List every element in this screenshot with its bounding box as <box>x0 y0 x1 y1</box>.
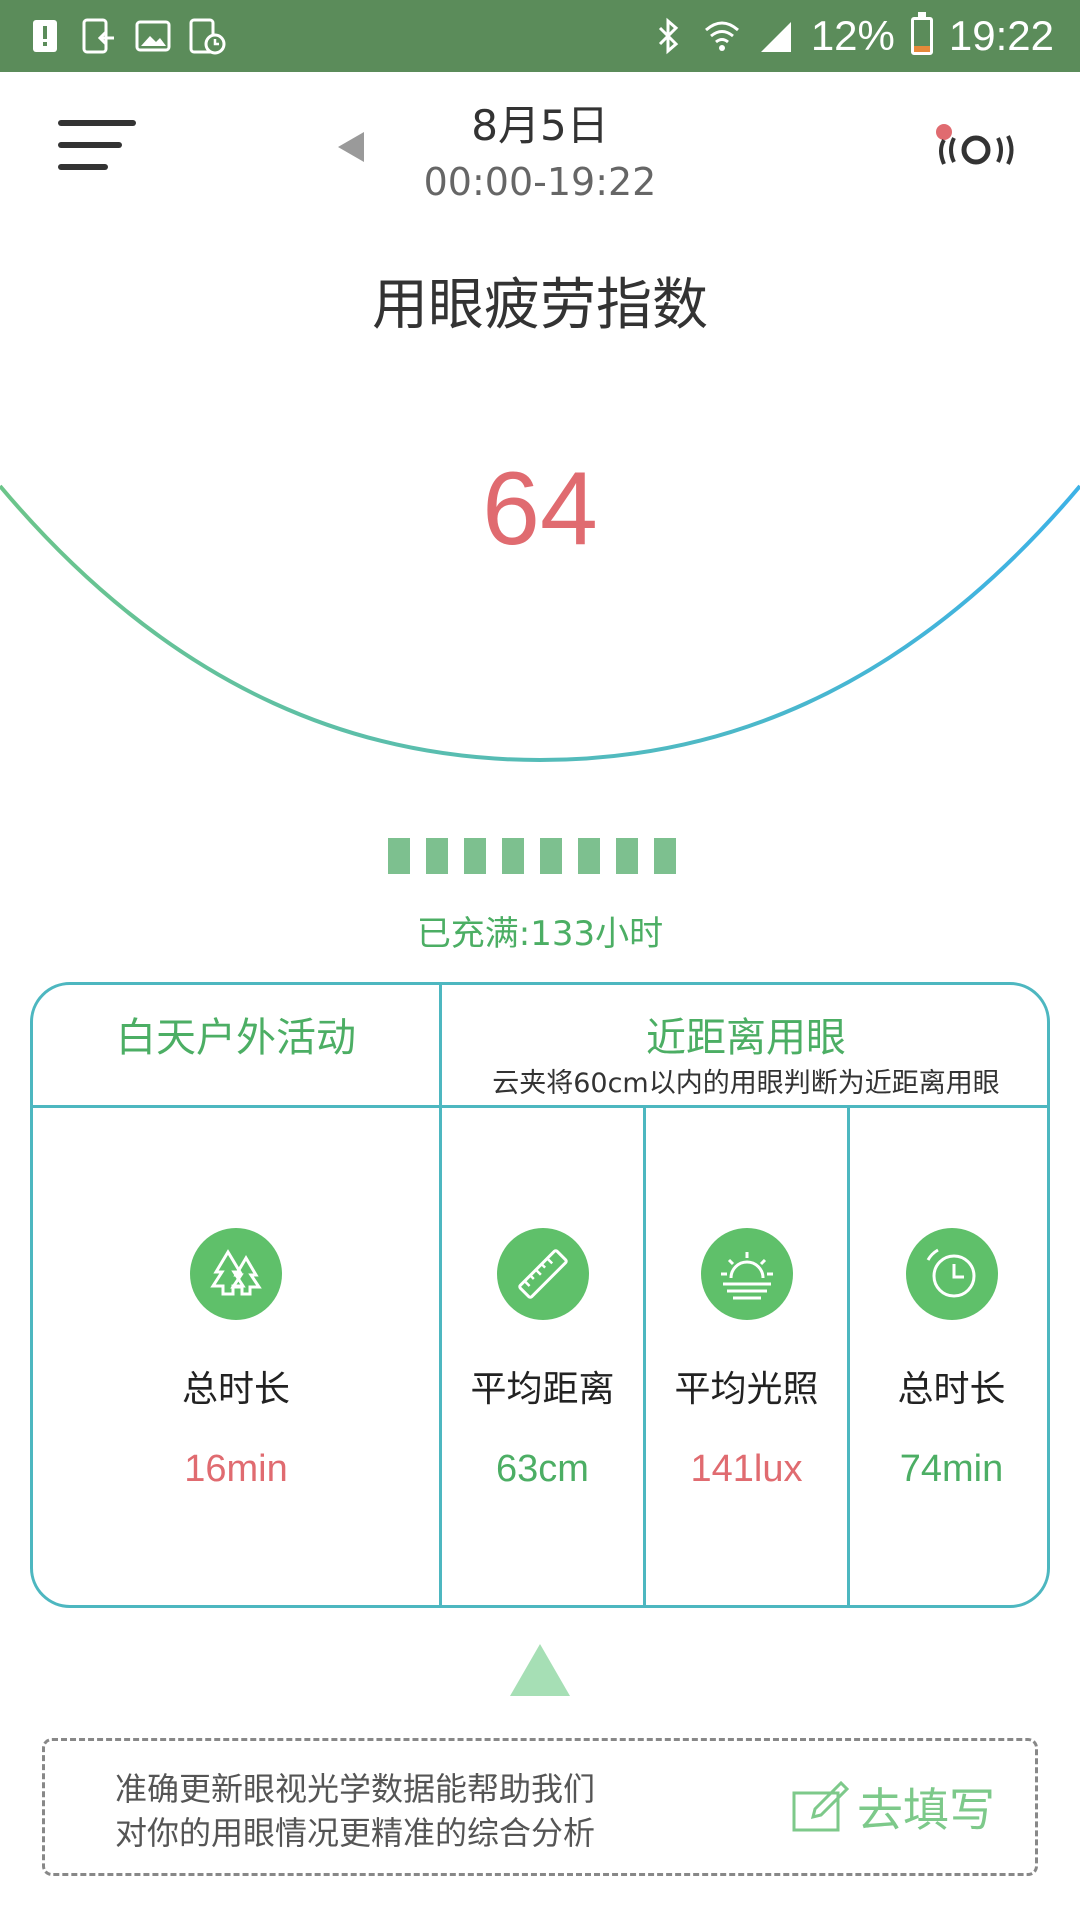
menu-icon[interactable] <box>58 118 138 178</box>
expand-up-icon[interactable] <box>508 1642 572 1698</box>
avg-light-value: 141lux <box>690 1448 803 1490</box>
notice-line-2: 对你的用眼情况更精准的综合分析 <box>115 1814 596 1852</box>
charge-segment <box>464 838 486 874</box>
avg-distance-value: 63cm <box>496 1448 589 1490</box>
charge-segment <box>616 838 638 874</box>
stats-table: 白天户外活动 近距离用眼 云夹将60cm以内的用眼判断为近距离用眼 总时长 16… <box>30 982 1050 1608</box>
current-date: 8月5日 <box>471 101 609 150</box>
timer-icon <box>189 18 226 55</box>
status-time: 19:22 <box>948 12 1054 59</box>
outdoor-duration-value: 16min <box>184 1448 288 1490</box>
trees-icon <box>190 1228 282 1320</box>
notice-line-1: 准确更新眼视光学数据能帮助我们 <box>115 1770 596 1808</box>
edit-icon <box>792 1781 849 1832</box>
near-vision-description: 云夹将60cm以内的用眼判断为近距离用眼 <box>492 1068 1000 1099</box>
outdoor-duration-cell: 总时长 16min <box>33 1108 439 1605</box>
battery-icon <box>910 12 933 55</box>
clock-icon <box>905 1228 998 1320</box>
fill-in-button[interactable]: 去填写 <box>791 1777 995 1837</box>
outdoor-activity-header: 白天户外活动 <box>116 1015 356 1061</box>
near-duration-value: 74min <box>899 1448 1004 1490</box>
time-range: 00:00-19:22 <box>423 160 657 204</box>
app-screen: 12% 19:22 8月5日 00:00-19:22 用眼疲劳指数 64 已充满… <box>0 0 1080 1920</box>
data-update-notice: 准确更新眼视光学数据能帮助我们 对你的用眼情况更精准的综合分析 去填写 <box>42 1738 1038 1876</box>
bluetooth-icon <box>658 17 679 55</box>
alert-icon <box>33 20 57 52</box>
battery-percent: 12% <box>810 12 895 59</box>
near-duration-cell: 总时长 74min <box>850 1108 1047 1605</box>
charge-label: 已充满:133小时 <box>416 914 664 954</box>
avg-light-cell: 平均光照 141lux <box>646 1108 847 1605</box>
sunrise-icon <box>700 1228 793 1320</box>
charge-segment <box>426 838 448 874</box>
charge-segment <box>388 838 410 874</box>
status-bar: 12% 19:22 <box>0 0 1080 72</box>
column-label: 平均光照 <box>674 1369 819 1410</box>
ruler-icon <box>496 1228 589 1320</box>
charge-segment <box>502 838 524 874</box>
download-icon <box>82 18 114 54</box>
page-title: 用眼疲劳指数 <box>372 273 708 338</box>
column-label: 平均距离 <box>470 1369 615 1410</box>
charge-segment <box>578 838 600 874</box>
device-signal-icon[interactable] <box>930 122 1020 174</box>
column-label: 总时长 <box>897 1369 1006 1410</box>
fatigue-score: 64 <box>482 451 598 567</box>
near-vision-header: 近距离用眼 <box>646 1015 846 1061</box>
image-icon <box>135 20 171 52</box>
charge-segment <box>654 838 676 874</box>
charge-segment <box>540 838 562 874</box>
charge-bar <box>388 838 676 874</box>
wifi-icon <box>704 21 739 51</box>
column-label: 总时长 <box>181 1369 290 1410</box>
fill-in-label: 去填写 <box>857 1783 995 1837</box>
avg-distance-cell: 平均距离 63cm <box>442 1108 643 1605</box>
signal-icon <box>760 22 791 52</box>
